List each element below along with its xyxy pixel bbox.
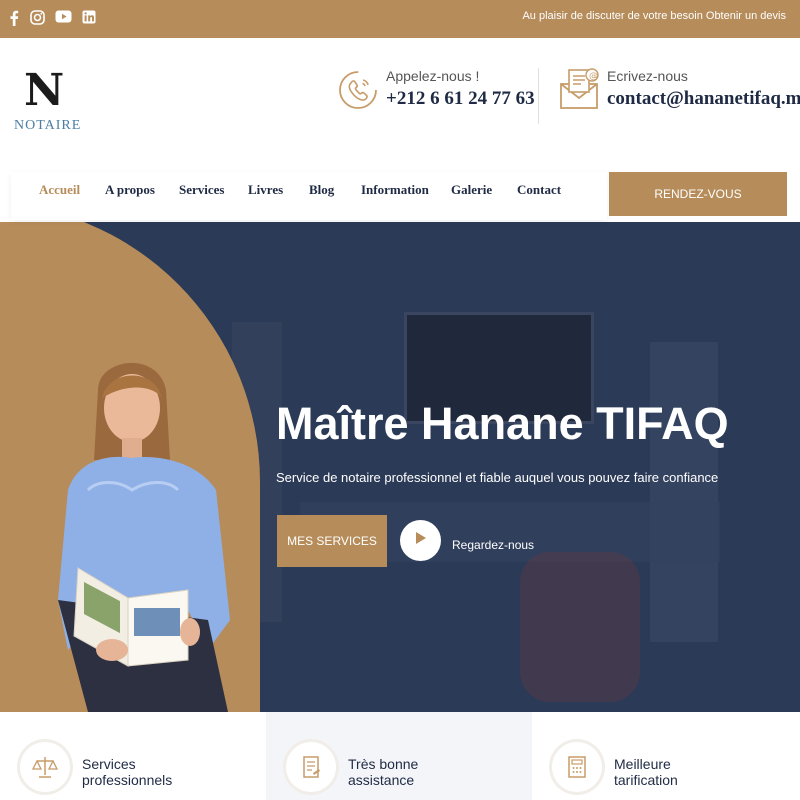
watch-link[interactable]: Regardez-nous	[452, 538, 534, 552]
nav-information[interactable]: Information	[361, 182, 429, 198]
email-icon: @	[558, 66, 602, 119]
feature-label: Très bonne assistance	[348, 756, 419, 788]
feature-professional-services: Services professionnels	[0, 712, 266, 800]
calculator-icon	[552, 742, 602, 792]
email-label: Ecrivez-nous	[607, 68, 688, 84]
mes-services-button[interactable]: MES SERVICES	[277, 515, 387, 567]
logo-letter: N	[24, 65, 65, 116]
feature-pricing: Meilleure tarification	[532, 712, 800, 800]
nav-livres[interactable]: Livres	[248, 182, 283, 198]
nav-services[interactable]: Services	[179, 182, 224, 198]
feature-assistance: Très bonne assistance	[266, 712, 532, 800]
nav-accueil[interactable]: Accueil	[39, 182, 80, 198]
feature-label: Services professionnels	[82, 756, 173, 788]
email-contact: Ecrivez-nous contact@hananetifaq.ma	[607, 68, 800, 110]
feature-label: Meilleure tarification	[614, 756, 678, 788]
facebook-icon[interactable]	[8, 10, 20, 26]
document-icon	[286, 742, 336, 792]
nav-contact[interactable]: Contact	[517, 182, 561, 198]
svg-text:@: @	[589, 72, 598, 82]
nav-galerie[interactable]: Galerie	[451, 182, 492, 198]
phone-contact: Appelez-nous ! +212 6 61 24 77 63	[386, 68, 535, 110]
scales-icon	[20, 742, 70, 792]
nav-blog[interactable]: Blog	[309, 182, 334, 198]
youtube-icon[interactable]	[55, 10, 72, 23]
logo[interactable]: N NOTAIRE	[14, 65, 80, 138]
nav-a-propos[interactable]: A propos	[105, 182, 155, 198]
phone-icon	[338, 66, 378, 119]
email-address[interactable]: contact@hananetifaq.ma	[607, 88, 800, 110]
rendez-vous-button[interactable]: RENDEZ-VOUS	[609, 172, 787, 216]
top-bar: Au plaisir de discuter de votre besoin O…	[0, 0, 800, 38]
topbar-message[interactable]: Au plaisir de discuter de votre besoin O…	[522, 10, 786, 22]
header-divider	[538, 68, 539, 124]
logo-text: NOTAIRE	[14, 118, 82, 133]
instagram-icon[interactable]	[30, 10, 45, 25]
phone-label: Appelez-nous !	[386, 68, 480, 84]
main-nav: Accueil A propos Services Livres Blog In…	[11, 172, 607, 220]
hero-title: Maître Hanane TIFAQ	[276, 398, 729, 449]
play-video-button[interactable]	[400, 520, 441, 561]
linkedin-icon[interactable]	[82, 10, 96, 24]
play-icon	[415, 531, 427, 550]
notary-portrait	[58, 350, 248, 712]
phone-number[interactable]: +212 6 61 24 77 63	[386, 88, 535, 110]
hero-subtitle: Service de notaire professionnel et fiab…	[276, 470, 719, 485]
site-header: N NOTAIRE Appelez-nous ! +212 6 61 24 77…	[0, 38, 800, 168]
